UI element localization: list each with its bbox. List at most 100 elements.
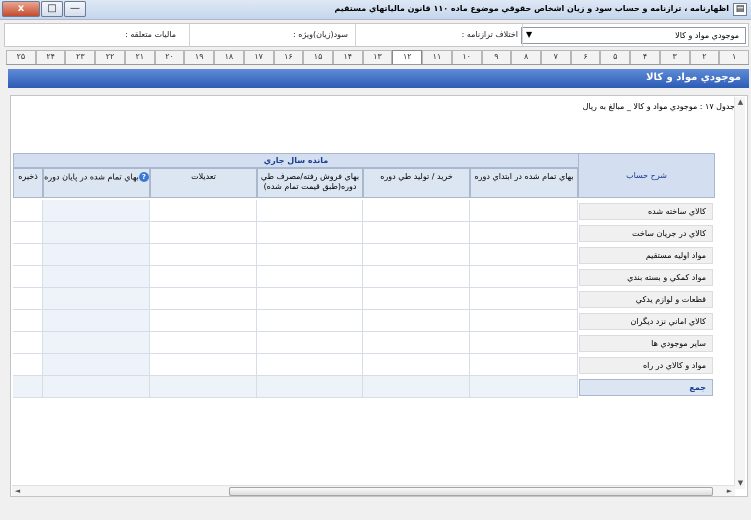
table-cell[interactable]: [363, 244, 470, 266]
tab-12[interactable]: ۱۲: [392, 50, 423, 65]
tab-19[interactable]: ۱۹: [184, 50, 215, 64]
table-cell[interactable]: [257, 332, 363, 354]
column-header: ?بهاي تمام شده در پايان دوره: [43, 168, 150, 198]
table-cell[interactable]: [363, 354, 470, 376]
table-cell[interactable]: [43, 200, 150, 222]
vertical-scrollbar[interactable]: ▲ ▼: [734, 97, 745, 489]
tab-6[interactable]: ۶: [570, 50, 601, 64]
table-cell[interactable]: [150, 310, 257, 332]
tab-1[interactable]: ۱: [719, 50, 749, 64]
help-icon[interactable]: ?: [138, 172, 149, 182]
tab-3[interactable]: ۳: [659, 50, 690, 64]
table-cell[interactable]: [470, 310, 578, 332]
table-cell[interactable]: [257, 266, 363, 288]
table-cell[interactable]: [43, 266, 150, 288]
table-cell[interactable]: [13, 200, 43, 222]
table-cell[interactable]: [43, 354, 150, 376]
table-cell[interactable]: [150, 266, 257, 288]
table-cell[interactable]: [470, 222, 578, 244]
total-cell: [363, 376, 470, 398]
tab-15[interactable]: ۱۵: [303, 50, 333, 64]
tab-5[interactable]: ۵: [600, 50, 631, 64]
table-cell[interactable]: [363, 266, 470, 288]
table-cell[interactable]: [257, 288, 363, 310]
scroll-up-icon[interactable]: ▲: [735, 97, 746, 108]
table-cell[interactable]: [150, 244, 257, 266]
chevron-down-icon[interactable]: ▼: [526, 30, 532, 39]
scroll-thumb[interactable]: [229, 487, 713, 496]
tab-4[interactable]: ۴: [630, 50, 660, 64]
table-cell[interactable]: [363, 200, 470, 222]
table-cell[interactable]: [13, 244, 43, 266]
table-cell[interactable]: [13, 222, 43, 244]
tab-7[interactable]: ۷: [540, 50, 571, 64]
toolbar-divider: [189, 24, 190, 46]
total-cell: [470, 376, 578, 398]
tab-20[interactable]: ۲۰: [154, 50, 185, 64]
row-label: كالاي در جريان ساخت: [579, 225, 713, 242]
tab-11[interactable]: ۱۱: [422, 50, 452, 64]
table-cell[interactable]: [363, 288, 470, 310]
table-cell[interactable]: [43, 332, 150, 354]
table-cell[interactable]: [257, 310, 363, 332]
tab-16[interactable]: ۱۶: [273, 50, 304, 64]
table-cell[interactable]: [257, 222, 363, 244]
table-cell[interactable]: [470, 354, 578, 376]
table-cell[interactable]: [13, 288, 43, 310]
table-cell[interactable]: [363, 332, 470, 354]
tab-18[interactable]: ۱۸: [214, 50, 244, 64]
tab-14[interactable]: ۱۴: [332, 50, 363, 64]
table-cell[interactable]: [363, 310, 470, 332]
table-cell[interactable]: [43, 244, 150, 266]
toolbar-divider: [355, 24, 356, 46]
table-cell[interactable]: [150, 222, 257, 244]
table-cell[interactable]: [13, 266, 43, 288]
tab-13[interactable]: ۱۳: [362, 50, 393, 64]
table-cell[interactable]: [43, 310, 150, 332]
table-cell[interactable]: [13, 310, 43, 332]
tab-strip: ۱ ۲ ۳ ۴ ۵ ۶ ۷ ۸ ۹ ۱۰ ۱۱ ۱۲ ۱۳ ۱۴ ۱۵ ۱۶ ۱۷ ۱۸ ۱۹ ۲۰ ۲۱ ۲۲ ۲۳ ۲۴ ۲…: [6, 50, 749, 65]
scroll-down-icon[interactable]: ▼: [735, 478, 746, 489]
minimize-button[interactable]: —: [64, 1, 86, 17]
tab-22[interactable]: ۲۲: [95, 50, 125, 64]
tab-23[interactable]: ۲۳: [65, 50, 96, 64]
tab-17[interactable]: ۱۷: [243, 50, 274, 64]
table-cell[interactable]: [150, 332, 257, 354]
application-window: ▤ اظهارنامه ، ترازنامه و حساب سود و زيان…: [0, 0, 751, 520]
section-select-value: موجودي مواد و كالا: [675, 31, 739, 40]
tab-21[interactable]: ۲۱: [124, 50, 155, 64]
table-cell[interactable]: [470, 332, 578, 354]
table-cell[interactable]: [43, 288, 150, 310]
section-select[interactable]: موجودي مواد و كالا ▼: [521, 27, 746, 44]
tab-9[interactable]: ۹: [481, 50, 512, 64]
table-cell[interactable]: [257, 200, 363, 222]
tab-25[interactable]: ۲۵: [6, 50, 36, 64]
section-title: موجودي مواد و كالا: [646, 72, 741, 83]
tab-24[interactable]: ۲۴: [35, 50, 66, 64]
scroll-left-icon[interactable]: ◄: [12, 486, 23, 497]
table-cell[interactable]: [470, 244, 578, 266]
table-cell[interactable]: [150, 200, 257, 222]
maximize-button[interactable]: □: [41, 1, 63, 17]
table-cell[interactable]: [43, 222, 150, 244]
table-cell[interactable]: [150, 354, 257, 376]
table-cell[interactable]: [257, 244, 363, 266]
table-cell[interactable]: [470, 200, 578, 222]
table-cell[interactable]: [150, 288, 257, 310]
profit-label: سود(زيان)ويژه :: [293, 30, 348, 39]
close-button[interactable]: x: [2, 1, 40, 17]
total-cell: [257, 376, 363, 398]
table-cell[interactable]: [470, 266, 578, 288]
table-cell[interactable]: [13, 354, 43, 376]
table-cell[interactable]: [13, 332, 43, 354]
scroll-right-icon[interactable]: ►: [724, 486, 735, 497]
tab-10[interactable]: ۱۰: [451, 50, 482, 64]
total-cell: [43, 376, 150, 398]
table-cell[interactable]: [470, 288, 578, 310]
tab-2[interactable]: ۲: [689, 50, 720, 64]
table-cell[interactable]: [363, 222, 470, 244]
horizontal-scrollbar[interactable]: ◄ ►: [12, 485, 735, 496]
tab-8[interactable]: ۸: [511, 50, 541, 64]
table-cell[interactable]: [257, 354, 363, 376]
total-cell: [150, 376, 257, 398]
